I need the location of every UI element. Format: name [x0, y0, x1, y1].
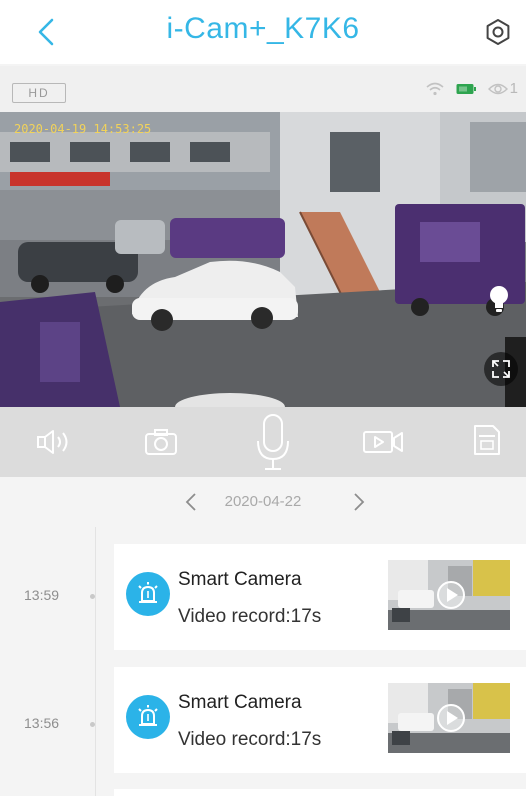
lightbulb-icon: [490, 286, 508, 312]
settings-button[interactable]: [480, 14, 516, 50]
event-card[interactable]: Smart Camera Video record:17s: [114, 544, 526, 650]
wifi-icon: [426, 82, 444, 95]
status-icons: 1: [426, 80, 518, 97]
event-timeline: 13:59 Smart Camera Video record:17s 13:5…: [0, 527, 526, 796]
sd-card-button[interactable]: [464, 417, 510, 463]
video-timestamp: 2020-04-19 14:53:25: [14, 122, 152, 136]
camera-icon: [145, 429, 177, 455]
video-status-bar: HD 1: [0, 66, 526, 112]
record-button[interactable]: [360, 419, 406, 465]
fullscreen-icon: [492, 360, 510, 378]
talk-button[interactable]: [246, 413, 300, 473]
sd-card-icon: [474, 425, 500, 455]
alarm-icon: [126, 695, 170, 739]
viewer-count: 1: [509, 80, 518, 97]
video-record-icon: [363, 431, 403, 453]
event-row[interactable]: 13:59 Smart Camera Video record:17s: [0, 544, 526, 650]
event-row[interactable]: 13:56 Smart Camera Video record:17s: [0, 667, 526, 773]
timeline-dot: [90, 722, 95, 727]
video-controls-bar: [0, 407, 526, 477]
selected-date[interactable]: 2020-04-22: [0, 493, 526, 510]
event-time: 13:56: [24, 715, 60, 731]
event-subtitle: Video record:17s: [178, 729, 322, 750]
event-card[interactable]: Smart Camera Video record:17s: [114, 667, 526, 773]
event-time: 13:59: [24, 587, 60, 603]
gear-icon: [486, 19, 510, 45]
quality-toggle[interactable]: HD: [12, 83, 66, 103]
speaker-icon: [37, 430, 68, 454]
microphone-icon: [257, 414, 289, 470]
alarm-icon: [126, 572, 170, 616]
event-thumbnail[interactable]: [388, 683, 510, 753]
page-title: i-Cam+_K7K6: [166, 12, 360, 45]
top-bar: i-Cam+_K7K6: [0, 0, 526, 64]
fullscreen-button[interactable]: [484, 352, 518, 386]
event-title: Smart Camera: [178, 569, 302, 590]
speaker-button[interactable]: [32, 419, 78, 465]
date-navigator: 2020-04-22: [0, 477, 526, 527]
timeline-dot: [90, 594, 95, 599]
event-title: Smart Camera: [178, 692, 302, 713]
live-video[interactable]: 2020-04-19 14:53:25: [0, 112, 526, 407]
snapshot-button[interactable]: [138, 419, 184, 465]
light-button[interactable]: [482, 282, 516, 316]
chevron-right-icon: [354, 493, 365, 511]
app-screen: i-Cam+_K7K6 HD 1 2020-04-19 14:53:25 202…: [0, 0, 526, 796]
event-card-partial[interactable]: [114, 789, 526, 796]
battery-icon: [456, 83, 476, 94]
viewers-indicator: 1: [487, 80, 518, 97]
event-subtitle: Video record:17s: [178, 606, 322, 627]
video-frame: [0, 112, 526, 407]
eye-icon: [487, 83, 508, 94]
next-day-button[interactable]: [344, 487, 374, 517]
event-thumbnail[interactable]: [388, 560, 510, 630]
